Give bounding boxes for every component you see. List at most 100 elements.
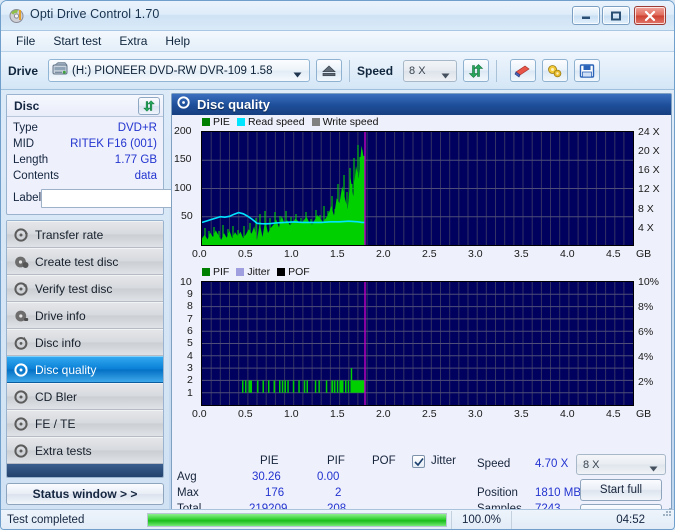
drive-select[interactable]: (H:) PIONEER DVD-RW DVR-109 1.58 [48,59,311,82]
chart-pif-xtick-9: 4.5 [606,408,621,420]
stats-row-avg: Avg [177,471,197,483]
legend-label-read-speed: Read speed [247,116,305,128]
settings-button[interactable] [542,59,569,82]
disc-length-value: 1.77 GB [114,154,157,166]
stats-pie-max: 176 [265,487,285,499]
chevron-down-icon [293,69,302,81]
jitter-checkbox[interactable] [412,455,425,468]
chart-pie-y2tick-24: 24 X [638,126,660,138]
menu-help[interactable]: Help [157,32,198,50]
app-disc-icon [9,8,25,24]
disc-quality-icon [177,95,191,114]
sidebar-item-cd-bler[interactable]: CD Bler [7,383,163,410]
stats-row-max: Max [177,487,199,499]
disc-length-label: Length [13,154,49,166]
disc-row-length: Length 1.77 GB [13,152,157,168]
chart-pie-xtick-8: 4.0 [560,248,575,260]
chart-pie-xtick-4: 2.0 [376,248,391,260]
chart-pie-xtick-7: 3.5 [514,248,529,260]
window-title: Opti Drive Control 1.70 [30,7,160,21]
chart-pif-ytick-10: 10 [180,276,192,288]
chart-pif-xtick-8: 4.0 [560,408,575,420]
eject-button[interactable] [316,59,343,82]
disc-quality-icon [7,362,35,377]
chart-pie-xtick-3: 1.5 [330,248,345,260]
disc-verify-icon [7,281,35,296]
refresh-speed-button[interactable] [463,59,490,82]
test-speed-select[interactable]: 8 X [576,454,666,475]
chart-pie-xtick-9: 4.5 [606,248,621,260]
sidebar-item-disc-quality[interactable]: Disc quality [7,356,163,383]
disc-label-caption: Label [13,192,42,204]
sidebar-item-extra-tests[interactable]: Extra tests [7,437,163,464]
sidebar-item-disc-info[interactable]: Disc info [7,329,163,356]
menu-extra[interactable]: Extra [111,32,155,50]
chevron-down-icon [649,463,658,475]
legend-swatch-pie [202,118,210,126]
sidebar-item-transfer-rate[interactable]: Transfer rate [7,221,163,248]
legend-item-jitter: Jitter [236,266,270,278]
chart-pie-canvas [202,132,633,245]
chart-pif-legend: PIF Jitter POF [202,266,317,278]
erase-button[interactable] [510,59,537,82]
stats-col-pie: PIE [260,455,279,467]
chart-pif-ytick-4: 4 [187,350,193,362]
chart-pie-plot [201,131,634,246]
chart-pif-plot [201,281,634,406]
chart-pif-y2tick-4: 4% [638,351,654,363]
elapsed-time: 04:52 [511,510,651,529]
status-window-button[interactable]: Status window > > [6,483,164,505]
speed-value: 8 X [409,64,426,77]
progress-bar-fill [148,513,446,526]
sidebar-item-label: FE / TE [35,416,76,431]
toolbar-separator-2 [496,59,498,82]
status-window-button-label: Status window > > [32,487,138,501]
disc-panel-title: Disc [14,98,40,113]
start-full-label: Start full [599,484,643,496]
chart-pif-ytick-6: 6 [187,325,193,337]
minimize-button[interactable] [572,6,600,25]
disc-fete-icon [7,416,35,431]
stats-col-pof: POF [372,455,396,467]
chart-pie-legend: PIE Read speed Write speed [202,116,385,128]
disc-panel: Disc Type DVD+R MID RITEK F16 (001) Leng… [6,94,203,215]
speed-select[interactable]: 8 X [403,59,458,82]
sidebar-item-fe-te[interactable]: FE / TE [7,410,163,437]
disc-mid-label: MID [13,138,35,150]
start-full-button[interactable]: Start full [580,479,662,501]
jitter-label: Jitter [431,455,456,467]
disc-refresh-button[interactable] [138,97,160,115]
sidebar-item-create-test-disc[interactable]: Create test disc [7,248,163,275]
progress-bar [147,512,447,527]
maximize-button[interactable] [602,6,630,25]
main-body: Disc Type DVD+R MID RITEK F16 (001) Leng… [1,90,674,529]
legend-swatch-pof [277,268,286,276]
chart-pie-xtick-6: 3.0 [468,248,483,260]
sidebar-item-verify-test-disc[interactable]: Verify test disc [7,275,163,302]
menu-file[interactable]: File [8,32,43,50]
close-button[interactable] [634,6,666,25]
speed-stat-label: Speed [477,458,511,470]
chart-pif-ytick-1: 1 [187,387,193,399]
legend-label-pof: POF [288,266,310,278]
sidebar-item-label: Disc quality [35,362,97,377]
sidebar-item-drive-info[interactable]: Drive info [7,302,163,329]
chart-pie-ytick-150: 150 [174,153,192,165]
legend-swatch-write-speed [311,118,320,126]
save-button[interactable] [574,59,601,82]
sidebar-item-label: Verify test disc [35,281,113,296]
chart-pie-xtick-1: 0.5 [238,248,253,260]
sidebar-item-label: Create test disc [35,254,119,269]
sidebar-item-label: Drive info [35,308,86,323]
stats-pif-avg: 0.00 [317,471,340,483]
chart-pif-xunit: GB [636,408,652,420]
disc-row-mid: MID RITEK F16 (001) [13,136,157,152]
stats-col-pif: PIF [327,455,345,467]
chart-pif-xtick-2: 1.0 [284,408,299,420]
menu-start-test[interactable]: Start test [45,32,109,50]
chart-pif-xtick-3: 1.5 [330,408,345,420]
status-bar: Test completed 100.0% 04:52 [1,507,674,529]
legend-item-pie: PIE [202,116,230,128]
drive-icon [52,61,68,80]
disc-extra-icon [7,443,35,458]
